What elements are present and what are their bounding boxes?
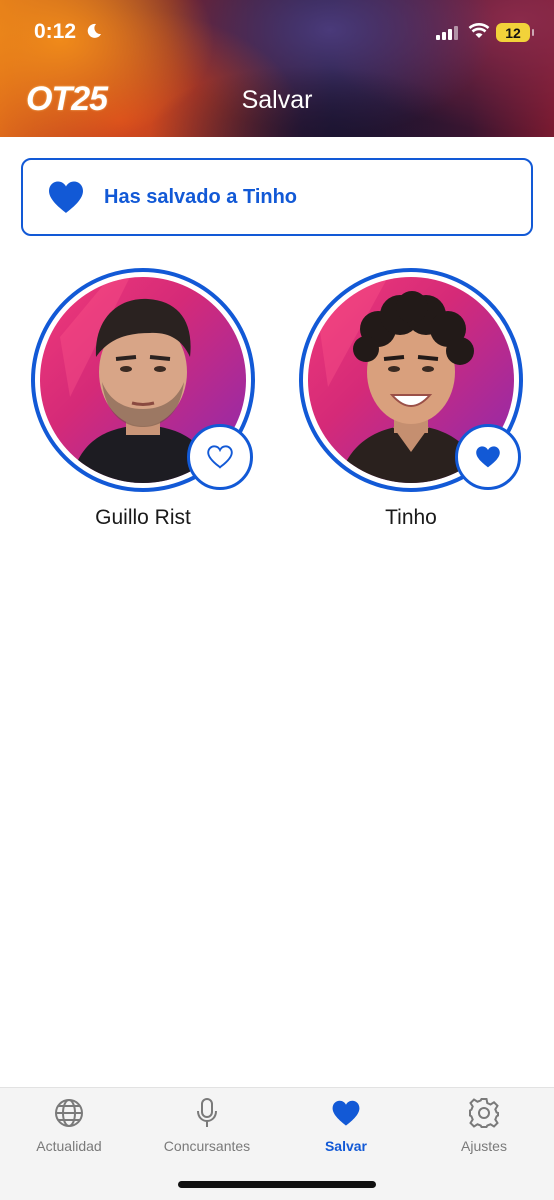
contestant-card-tinho[interactable]: Tinho	[299, 268, 523, 530]
tab-label: Ajustes	[461, 1138, 507, 1154]
contestant-name: Guillo Rist	[95, 506, 191, 529]
tab-concursantes[interactable]: Concursantes	[138, 1096, 276, 1154]
page-title: Salvar	[241, 86, 313, 114]
avatar-ring	[31, 268, 255, 492]
header: 0:12 12 OT25 Salvar	[0, 0, 554, 137]
home-indicator	[178, 1181, 376, 1188]
globe-icon	[55, 1099, 83, 1127]
microphone-icon	[197, 1098, 217, 1127]
tab-label: Actualidad	[36, 1138, 102, 1154]
saved-banner: Has salvado a Tinho	[21, 158, 533, 236]
status-time: 0:12	[34, 20, 77, 43]
saved-message: Has salvado a Tinho	[104, 185, 298, 208]
contestant-card-guillo-rist[interactable]: Guillo Rist	[31, 268, 255, 530]
avatar-ring	[299, 268, 523, 492]
heart-filled-icon	[476, 446, 500, 468]
vote-button[interactable]	[187, 424, 253, 490]
tab-salvar[interactable]: Salvar	[277, 1096, 415, 1154]
heart-icon	[332, 1100, 360, 1126]
battery-indicator: 12	[496, 23, 534, 42]
contestant-name: Tinho	[385, 506, 437, 529]
heart-icon	[49, 181, 83, 213]
gear-icon	[469, 1098, 499, 1128]
tab-label: Salvar	[324, 1138, 368, 1154]
tab-ajustes[interactable]: Ajustes	[415, 1096, 553, 1154]
vote-button[interactable]	[455, 424, 521, 490]
signal-icon	[436, 26, 458, 40]
tab-label: Concursantes	[163, 1138, 251, 1154]
wifi-icon	[468, 23, 490, 38]
heart-outline-icon	[207, 445, 233, 469]
tab-actualidad[interactable]: Actualidad	[0, 1096, 138, 1154]
moon-icon	[87, 23, 101, 38]
